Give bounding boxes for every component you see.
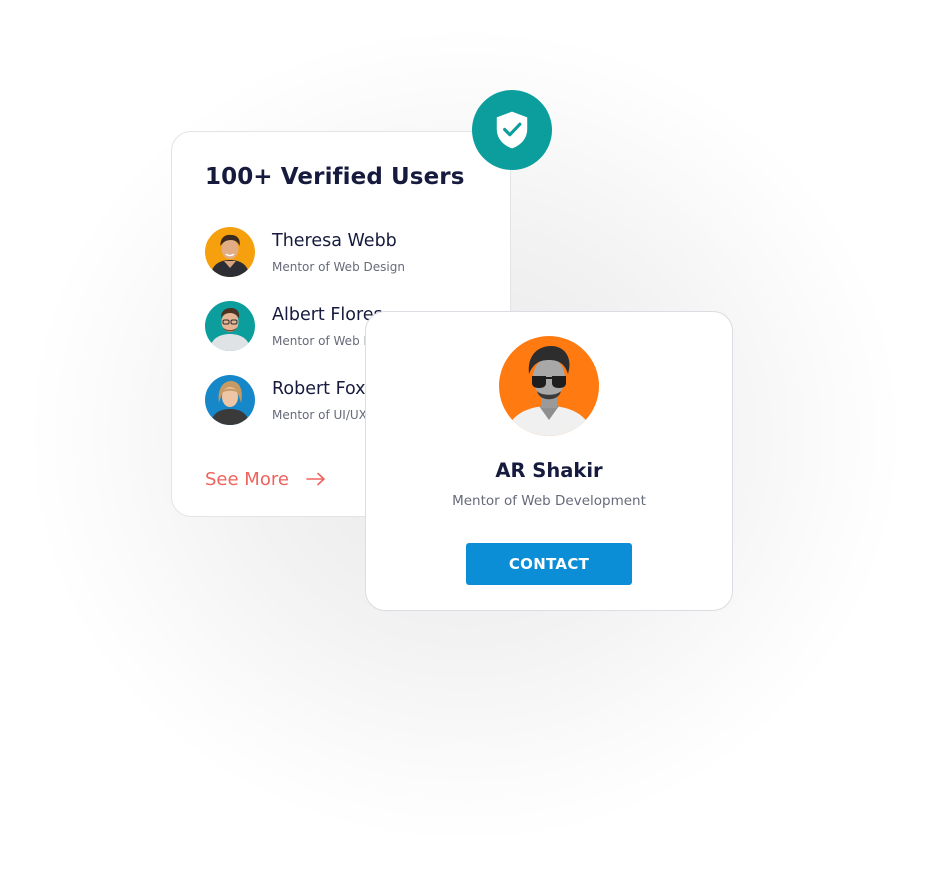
- user-role: Mentor of Web Design: [272, 260, 405, 274]
- see-more-label: See More: [205, 468, 289, 490]
- avatar: [205, 227, 255, 277]
- contact-button[interactable]: CONTACT: [466, 543, 632, 585]
- avatar: [205, 301, 255, 351]
- mentor-name: AR Shakir: [495, 459, 603, 482]
- avatar: [499, 336, 599, 436]
- shield-check-icon: [491, 109, 533, 151]
- verified-badge: [472, 90, 552, 170]
- user-list-item[interactable]: Theresa Webb Mentor of Web Design: [205, 227, 505, 279]
- arrow-right-icon: [306, 472, 326, 486]
- avatar: [205, 375, 255, 425]
- mentor-profile-card: AR Shakir Mentor of Web Development CONT…: [365, 311, 733, 611]
- see-more-link[interactable]: See More: [205, 467, 326, 491]
- mentor-role: Mentor of Web Development: [452, 493, 646, 509]
- user-name: Theresa Webb: [272, 231, 397, 251]
- verified-users-title: 100+ Verified Users: [205, 164, 465, 190]
- user-name: Robert Fox: [272, 379, 366, 399]
